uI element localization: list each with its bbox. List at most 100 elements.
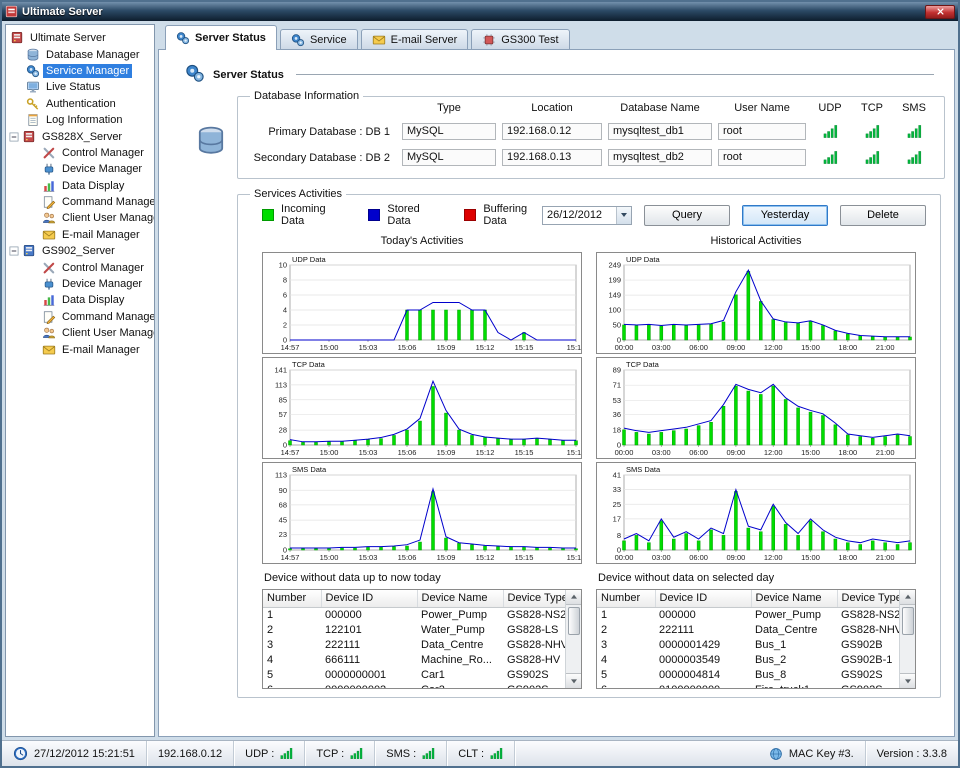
query-button[interactable]: Query (644, 205, 730, 226)
scroll-down-icon[interactable] (900, 673, 915, 688)
legend-swatch (368, 209, 380, 221)
tab-gs300-test[interactable]: GS300 Test (471, 29, 569, 50)
sidebar-item-device-manager[interactable]: Device Manager (6, 161, 154, 177)
delete-button[interactable]: Delete (840, 205, 926, 226)
table-column-header-device-id[interactable]: Device ID (655, 590, 751, 607)
scroll-down-icon[interactable] (566, 673, 581, 688)
table-row[interactable]: 1000000Power_PumpGS828-NS2 (263, 607, 565, 622)
status-udp-signal: UDP : (234, 741, 305, 766)
table-column-header-device-type[interactable]: Device Type (503, 590, 565, 607)
scroll-up-icon[interactable] (566, 590, 581, 605)
sidebar-item-e-mail-manager[interactable]: E-mail Manager (6, 341, 154, 357)
close-button[interactable] (925, 5, 955, 19)
sidebar-item-gs828x-server[interactable]: GS828X_Server (6, 128, 154, 144)
sidebar-item-service-manager[interactable]: Service Manager (6, 63, 154, 79)
scrollbar-thumb[interactable] (902, 607, 914, 635)
status-sms-signal: SMS : (375, 741, 447, 766)
sidebar-item-authentication[interactable]: Authentication (6, 96, 154, 112)
sidebar-item-database-manager[interactable]: Database Manager (6, 46, 154, 62)
table-cell: 3 (263, 637, 321, 652)
sidebar-item-e-mail-manager[interactable]: E-mail Manager (6, 227, 154, 243)
sidebar-item-label: Command Manager (59, 310, 155, 324)
sidebar-item-command-manager[interactable]: Command Manager (6, 194, 154, 210)
sidebar-item-control-manager[interactable]: Control Manager (6, 259, 154, 275)
date-picker[interactable]: 26/12/2012 (542, 206, 632, 225)
sidebar-item-ultimate-server[interactable]: Ultimate Server (6, 30, 154, 46)
table-cell: GS828-HV (503, 652, 565, 667)
db-location-field[interactable]: 192.168.0.12 (502, 123, 602, 140)
svg-text:15:12: 15:12 (476, 553, 495, 562)
table-cell: Water_Pump (417, 622, 503, 637)
sidebar-item-data-display[interactable]: Data Display (6, 178, 154, 194)
title-bar[interactable]: Ultimate Server (2, 2, 958, 21)
svg-text:41: 41 (613, 471, 621, 480)
table-row[interactable]: 3222111Data_CentreGS828-NHV (263, 637, 565, 652)
historical-table-label: Device without data on selected day (598, 572, 916, 584)
table-row[interactable]: 40000003549Bus_2GS902B-1 (597, 652, 899, 667)
table-row[interactable]: 1000000Power_PumpGS828-NS2 (597, 607, 899, 622)
table-cell: GS902S (503, 682, 565, 689)
svg-text:100: 100 (608, 305, 621, 314)
vertical-scrollbar[interactable] (565, 590, 581, 688)
sidebar-item-client-user-manager[interactable]: Client User Manager (6, 210, 154, 226)
db-db-name-field[interactable]: mysqltest_db2 (608, 149, 712, 166)
tab-service[interactable]: Service (280, 29, 358, 50)
table-column-header-device-type[interactable]: Device Type (837, 590, 899, 607)
server-red-icon (10, 31, 24, 45)
db-user-name-field[interactable]: root (718, 149, 806, 166)
sidebar-item-label: GS828X_Server (39, 130, 125, 144)
signal-label: SMS : (386, 748, 416, 760)
signal-icon (490, 747, 503, 760)
table-column-header-device-name[interactable]: Device Name (417, 590, 503, 607)
table-cell: 000000 (321, 607, 417, 622)
services-activities-group: Services Activities Incoming DataStored … (237, 188, 941, 698)
svg-text:15:00: 15:00 (801, 553, 820, 562)
server-blue-icon (22, 244, 36, 258)
table-row[interactable]: 4666111Machine_Ro...GS828-HV (263, 652, 565, 667)
auth-icon (26, 97, 40, 111)
vertical-scrollbar[interactable] (899, 590, 915, 688)
sidebar-item-command-manager[interactable]: Command Manager (6, 309, 154, 325)
table-row[interactable]: 50000004814Bus_8GS902S (597, 667, 899, 682)
svg-text:141: 141 (274, 366, 287, 375)
sidebar-item-device-manager[interactable]: Device Manager (6, 276, 154, 292)
tree-expander-icon[interactable] (9, 246, 21, 256)
db-db-name-field[interactable]: mysqltest_db1 (608, 123, 712, 140)
table-row[interactable]: 50000000001Car1GS902S (263, 667, 565, 682)
table-row[interactable]: 60000000002Car2GS902S (263, 682, 565, 689)
table-column-header-device-id[interactable]: Device ID (321, 590, 417, 607)
date-value: 26/12/2012 (543, 209, 616, 221)
tab-e-mail-server[interactable]: E-mail Server (361, 29, 469, 50)
sidebar-item-control-manager[interactable]: Control Manager (6, 145, 154, 161)
tab-server-status[interactable]: Server Status (165, 25, 277, 50)
svg-text:15:00: 15:00 (801, 448, 820, 457)
sidebar-item-log-information[interactable]: Log Information (6, 112, 154, 128)
svg-text:14:57: 14:57 (281, 553, 300, 562)
db-user-name-field[interactable]: root (718, 123, 806, 140)
table-row[interactable]: 2222111Data_CentreGS828-NHV (597, 622, 899, 637)
db-location-field[interactable]: 192.168.0.13 (502, 149, 602, 166)
scrollbar-thumb[interactable] (568, 607, 580, 635)
tree-expander-icon[interactable] (9, 132, 21, 142)
table-cell: 4 (263, 652, 321, 667)
table-row[interactable]: 60100000000Fire_truck1GS902S (597, 682, 899, 689)
sidebar-item-label: Device Manager (59, 277, 145, 291)
table-column-header-number[interactable]: Number (263, 590, 321, 607)
scroll-up-icon[interactable] (900, 590, 915, 605)
calendar-dropdown-icon[interactable] (616, 207, 631, 224)
yesterday-button[interactable]: Yesterday (742, 205, 828, 226)
sidebar-item-live-status[interactable]: Live Status (6, 79, 154, 95)
db-type-field[interactable]: MySQL (402, 123, 496, 140)
sidebar-item-client-user-manager[interactable]: Client User Manager (6, 325, 154, 341)
table-row[interactable]: 2122101Water_PumpGS828-LS (263, 622, 565, 637)
db-sms-signal-icon (896, 124, 932, 139)
status-ip-text: 192.168.0.12 (158, 748, 222, 760)
table-cell: Car1 (417, 667, 503, 682)
table-column-header-number[interactable]: Number (597, 590, 655, 607)
chart-udp-historical: 05010014919924900:0003:0006:0009:0012:00… (596, 252, 916, 354)
table-column-header-device-name[interactable]: Device Name (751, 590, 837, 607)
sidebar-item-gs902-server[interactable]: GS902_Server (6, 243, 154, 259)
db-type-field[interactable]: MySQL (402, 149, 496, 166)
sidebar-item-data-display[interactable]: Data Display (6, 292, 154, 308)
table-row[interactable]: 30000001429Bus_1GS902B (597, 637, 899, 652)
